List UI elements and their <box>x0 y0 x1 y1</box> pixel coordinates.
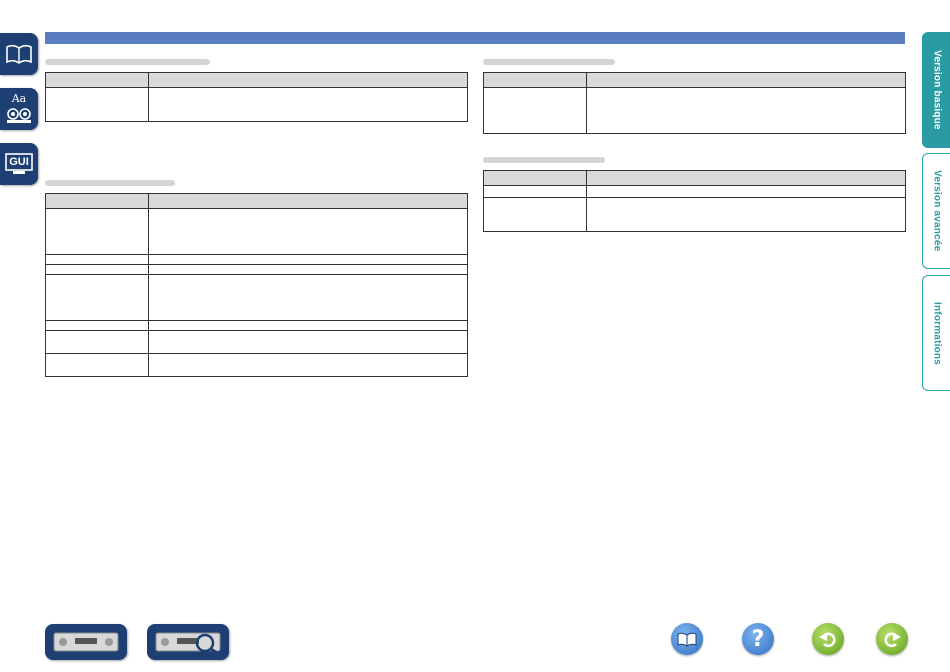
tab-version-avancee-label: Version avancée <box>931 170 943 252</box>
gui-label: GUI <box>9 156 29 168</box>
receiver-rear-icon <box>155 632 221 654</box>
help-icon: ? <box>751 626 765 652</box>
table-cell <box>483 87 587 134</box>
book-icon <box>6 44 32 64</box>
receiver-front-icon <box>53 632 119 652</box>
table-3 <box>483 72 906 134</box>
section-heading-2 <box>45 180 175 186</box>
aa-label: Aa <box>11 92 27 105</box>
table-cell <box>45 353 149 377</box>
back-button[interactable] <box>812 623 844 655</box>
table-header-cell <box>45 72 149 88</box>
table-header-cell <box>483 72 587 88</box>
tab-book[interactable] <box>0 33 38 75</box>
forward-icon <box>884 632 901 648</box>
section-heading-4 <box>483 157 605 163</box>
tab-version-avancee[interactable]: Version avancée <box>922 153 950 269</box>
table-cell <box>45 330 149 354</box>
tab-gui[interactable]: GUI <box>0 143 38 185</box>
table-header-cell <box>148 193 468 209</box>
contents-button[interactable] <box>671 623 703 655</box>
table-cell <box>45 274 149 321</box>
tab-version-basique[interactable]: Version basique <box>922 32 950 148</box>
table-cell <box>586 197 906 232</box>
table-cell <box>148 254 468 265</box>
table-cell <box>483 197 587 232</box>
speakers-icon <box>7 108 31 123</box>
table-cell <box>45 264 149 275</box>
tab-speakers[interactable]: Aa <box>0 88 38 130</box>
table-header-cell <box>45 193 149 209</box>
table-cell <box>148 264 468 275</box>
table-2 <box>45 193 468 377</box>
table-cell <box>148 320 468 331</box>
back-icon <box>819 632 836 648</box>
tab-version-basique-label: Version basique <box>931 50 943 130</box>
table-cell <box>586 87 906 134</box>
table-cell <box>148 87 468 122</box>
table-cell <box>45 254 149 265</box>
section-heading-1 <box>45 59 210 65</box>
table-header-cell <box>148 72 468 88</box>
table-4 <box>483 170 906 232</box>
table-cell <box>148 330 468 354</box>
table-cell <box>148 353 468 377</box>
table-cell <box>483 185 587 198</box>
contents-book-icon <box>677 632 697 647</box>
help-button[interactable]: ? <box>742 623 774 655</box>
table-cell <box>45 87 149 122</box>
table-cell <box>586 185 906 198</box>
table-1 <box>45 72 468 122</box>
table-header-cell <box>586 170 906 186</box>
table-header-cell <box>586 72 906 88</box>
table-header-cell <box>483 170 587 186</box>
page-reference-link[interactable] <box>158 155 196 165</box>
tab-informations-label: Informations <box>931 301 943 365</box>
table-cell <box>45 320 149 331</box>
table-cell <box>148 274 468 321</box>
forward-button[interactable] <box>876 623 908 655</box>
table-cell <box>45 208 149 255</box>
tab-informations[interactable]: Informations <box>922 275 950 391</box>
table-cell <box>148 208 468 255</box>
header-bar <box>45 32 905 44</box>
front-panel-button[interactable] <box>45 624 127 660</box>
rear-panel-button[interactable] <box>147 624 229 660</box>
section-heading-3 <box>483 59 615 65</box>
